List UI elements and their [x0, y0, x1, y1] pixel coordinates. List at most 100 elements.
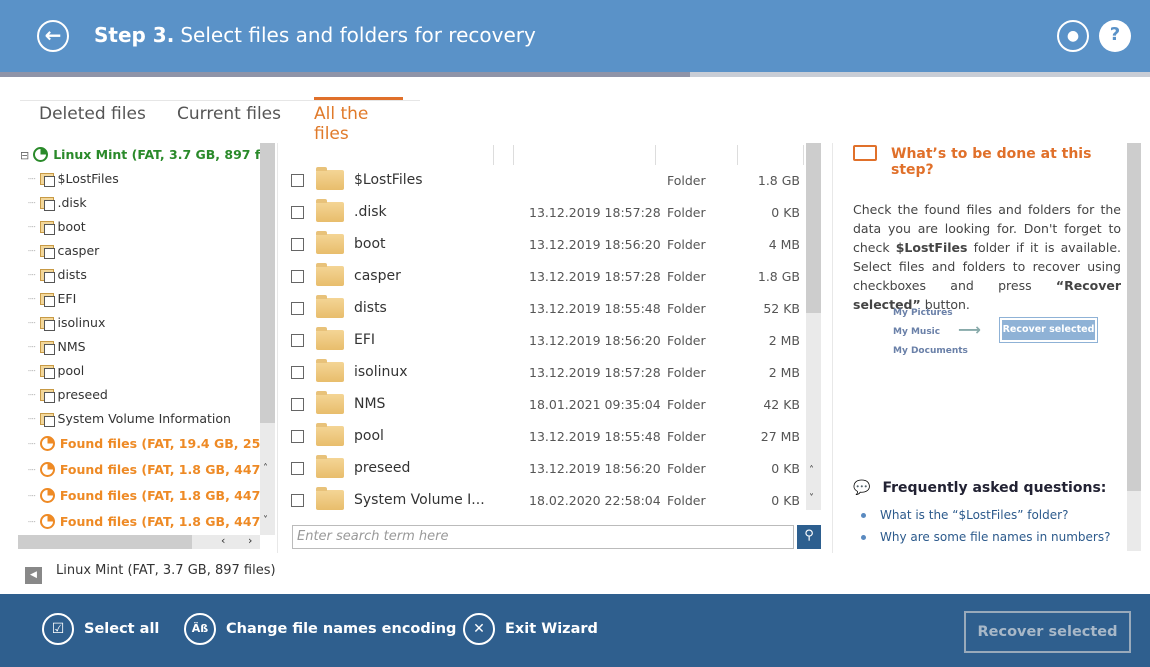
- table-row[interactable]: $LostFiles Folder 1.8 GB: [280, 165, 805, 197]
- folder-icon: [316, 199, 344, 222]
- list-header: [280, 143, 805, 165]
- row-checkbox[interactable]: [291, 238, 304, 251]
- select-all-icon: ☑: [42, 613, 74, 645]
- row-checkbox[interactable]: [291, 334, 304, 347]
- status-bar: ◀ Linux Mint (FAT, 3.7 GB, 897 files): [25, 563, 276, 584]
- partition-icon: [39, 514, 55, 529]
- select-all-button[interactable]: ☑ Select all: [42, 613, 159, 645]
- partition-icon: [39, 436, 55, 451]
- tree-scrollbar[interactable]: ˄ ˅: [260, 143, 275, 535]
- folder-checkbox-icon[interactable]: [39, 269, 55, 283]
- folder-checkbox-icon[interactable]: [39, 365, 55, 379]
- table-row[interactable]: preseed 13.12.2019 18:56:20 Folder 0 KB: [280, 453, 805, 485]
- partition-icon: [39, 488, 55, 503]
- search-icon[interactable]: ⚲: [797, 525, 821, 549]
- close-icon: ✕: [463, 613, 495, 645]
- user-icon[interactable]: ●: [1057, 20, 1089, 52]
- table-row[interactable]: casper 13.12.2019 18:57:28 Folder 1.8 GB: [280, 261, 805, 293]
- folder-icon: [316, 263, 344, 286]
- folder-checkbox-icon[interactable]: [39, 245, 55, 259]
- row-checkbox[interactable]: [291, 270, 304, 283]
- step-progress: [0, 72, 1150, 77]
- row-checkbox[interactable]: [291, 366, 304, 379]
- faq-link[interactable]: What is the “$LostFiles” folder?: [860, 508, 1068, 522]
- tree-root[interactable]: ⊟Linux Mint (FAT, 3.7 GB, 897 files): [18, 143, 260, 167]
- partition-icon: [39, 462, 55, 477]
- table-row[interactable]: .disk 13.12.2019 18:57:28 Folder 0 KB: [280, 197, 805, 229]
- folder-icon: [316, 455, 344, 478]
- table-row[interactable]: EFI 13.12.2019 18:56:20 Folder 2 MB: [280, 325, 805, 357]
- row-checkbox[interactable]: [291, 398, 304, 411]
- faq-icon: 💬: [853, 480, 871, 496]
- page-title: Step 3. Select files and folders for reco…: [94, 23, 536, 47]
- tree-item[interactable]: ┈ casper: [18, 239, 260, 263]
- tree-item[interactable]: ┈ pool: [18, 359, 260, 383]
- folder-icon: [316, 327, 344, 350]
- tree-hscrollbar[interactable]: ‹ ›: [18, 534, 260, 549]
- folder-tree: ⊟Linux Mint (FAT, 3.7 GB, 897 files) ┈ $…: [18, 143, 260, 535]
- tab-deleted-files[interactable]: Deleted files: [39, 104, 146, 124]
- faq-title: 💬 Frequently asked questions:: [853, 480, 1107, 496]
- folder-icon: [316, 295, 344, 318]
- tree-found-item[interactable]: ┈ Found files (FAT, 1.8 GB, 447 files): [18, 483, 260, 509]
- table-row[interactable]: isolinux 13.12.2019 18:57:28 Folder 2 MB: [280, 357, 805, 389]
- tab-current-files[interactable]: Current files: [177, 104, 281, 124]
- folder-icon: [316, 167, 344, 190]
- faq-link[interactable]: Why are some file names in numbers?: [860, 530, 1110, 544]
- folder-icon: [316, 423, 344, 446]
- table-row[interactable]: NMS 18.01.2021 09:35:04 Folder 42 KB: [280, 389, 805, 421]
- folder-checkbox-icon[interactable]: [39, 317, 55, 331]
- table-row[interactable]: boot 13.12.2019 18:56:20 Folder 4 MB: [280, 229, 805, 261]
- tree-found-item[interactable]: ┈ Found files (FAT, 1.8 GB, 447 files): [18, 457, 260, 483]
- table-row[interactable]: System Volume I... 18.02.2020 22:58:04 Fol…: [280, 485, 805, 517]
- tree-item[interactable]: ┈ .disk: [18, 191, 260, 215]
- list-scrollbar[interactable]: ˄ ˅: [806, 143, 821, 510]
- recover-selected-button[interactable]: Recover selected: [964, 611, 1131, 653]
- footer: ☑ Select all Äß Change file names encoding…: [0, 594, 1150, 667]
- help-illustration: My Pictures My Music My Documents ⟶ Reco…: [853, 303, 1113, 363]
- tree-item[interactable]: ┈ $LostFiles: [18, 167, 260, 191]
- exit-wizard-button[interactable]: ✕ Exit Wizard: [463, 613, 598, 645]
- partition-icon: [33, 147, 49, 162]
- folder-icon: [316, 487, 344, 510]
- row-checkbox[interactable]: [291, 494, 304, 507]
- tab-all-files[interactable]: All the files: [314, 97, 403, 144]
- tree-item[interactable]: ┈ System Volume Information: [18, 407, 260, 431]
- row-checkbox[interactable]: [291, 206, 304, 219]
- row-checkbox[interactable]: [291, 462, 304, 475]
- tree-found-item[interactable]: ┈ Found files (FAT, 1.8 GB, 447 files): [18, 509, 260, 535]
- folder-checkbox-icon[interactable]: [39, 293, 55, 307]
- help-scrollbar[interactable]: [1127, 143, 1141, 551]
- folder-checkbox-icon[interactable]: [39, 221, 55, 235]
- file-list: $LostFiles Folder 1.8 GB .disk 13.12.2019 18…: [280, 143, 805, 517]
- tree-found-item[interactable]: ┈ Found files (FAT, 19.4 GB, 2510 files): [18, 431, 260, 457]
- header: ← Step 3. Select files and folders for re…: [0, 0, 1150, 72]
- folder-checkbox-icon[interactable]: [39, 389, 55, 403]
- tree-item[interactable]: ┈ preseed: [18, 383, 260, 407]
- folder-icon: [316, 231, 344, 254]
- folder-checkbox-icon[interactable]: [39, 413, 55, 427]
- encoding-icon: Äß: [184, 613, 216, 645]
- book-icon: [853, 145, 877, 161]
- help-title: What’s to be done at this step?: [891, 146, 1092, 178]
- help-icon[interactable]: ?: [1099, 20, 1131, 52]
- table-row[interactable]: pool 13.12.2019 18:55:48 Folder 27 MB: [280, 421, 805, 453]
- tree-item[interactable]: ┈ dists: [18, 263, 260, 287]
- collapse-arrow-icon[interactable]: ◀: [25, 567, 42, 584]
- folder-icon: [316, 391, 344, 414]
- tree-item[interactable]: ┈ EFI: [18, 287, 260, 311]
- table-row[interactable]: dists 13.12.2019 18:55:48 Folder 52 KB: [280, 293, 805, 325]
- folder-icon: [316, 359, 344, 382]
- tree-item[interactable]: ┈ NMS: [18, 335, 260, 359]
- back-arrow-icon[interactable]: ←: [37, 20, 69, 52]
- folder-checkbox-icon[interactable]: [39, 341, 55, 355]
- row-checkbox[interactable]: [291, 302, 304, 315]
- folder-checkbox-icon[interactable]: [39, 197, 55, 211]
- search-input[interactable]: Enter search term here: [292, 525, 794, 549]
- change-encoding-button[interactable]: Äß Change file names encoding: [184, 613, 456, 645]
- folder-checkbox-icon[interactable]: [39, 173, 55, 187]
- row-checkbox[interactable]: [291, 174, 304, 187]
- tree-item[interactable]: ┈ isolinux: [18, 311, 260, 335]
- row-checkbox[interactable]: [291, 430, 304, 443]
- tree-item[interactable]: ┈ boot: [18, 215, 260, 239]
